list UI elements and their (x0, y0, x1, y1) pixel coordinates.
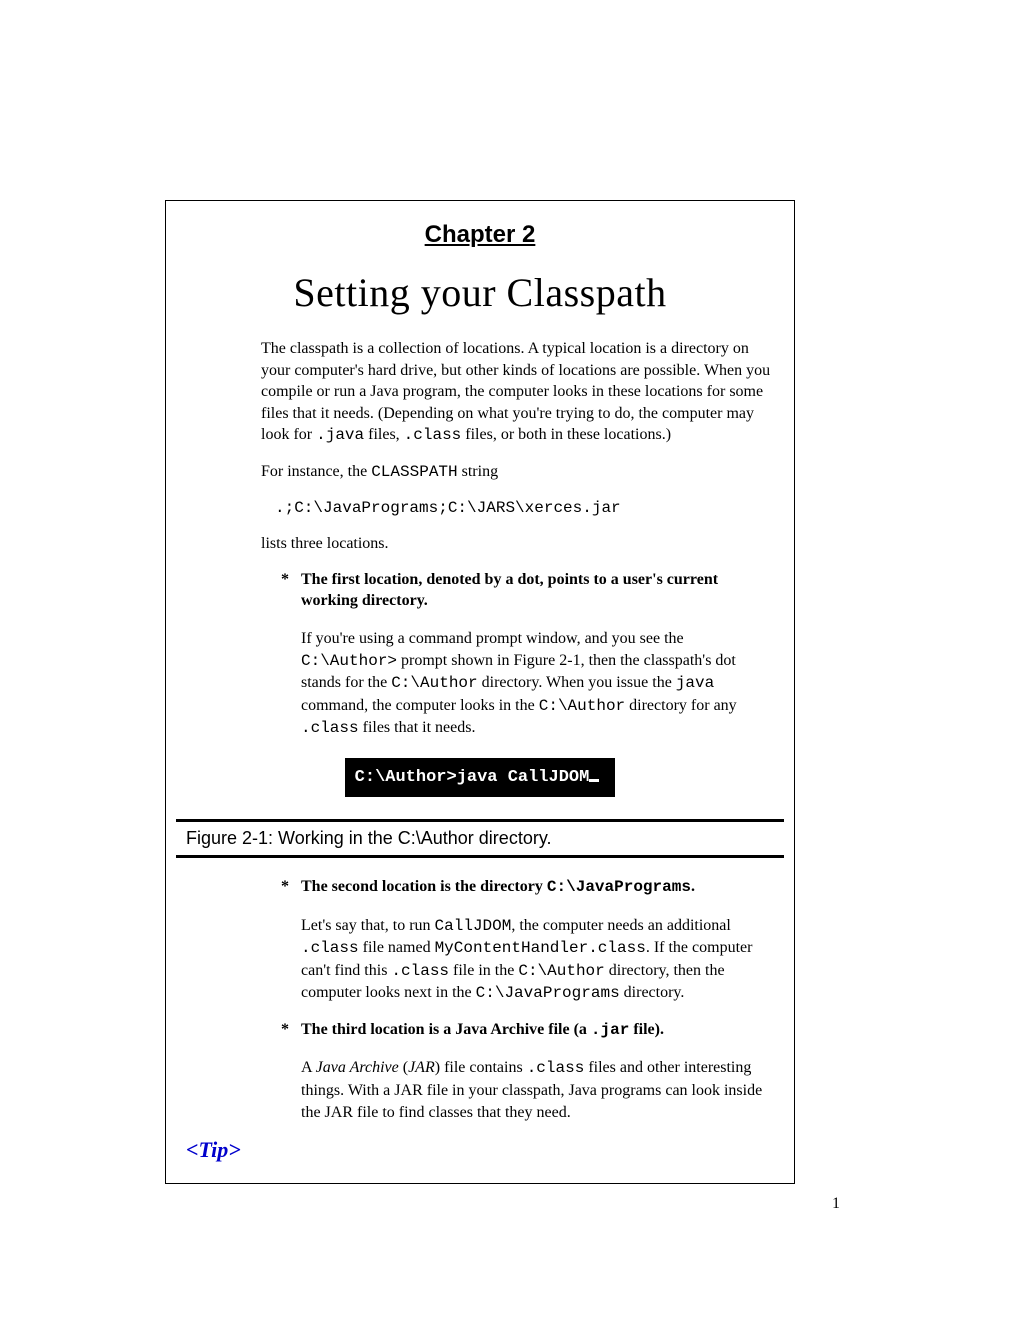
terminal-window: C:\Author>java CallJDOM (345, 758, 616, 797)
text: file in the (449, 962, 518, 979)
code-inline: java (676, 674, 714, 692)
figure-caption: Figure 2-1: Working in the C:\Author dir… (176, 822, 784, 855)
intro-paragraph-1: The classpath is a collection of locatio… (261, 338, 774, 447)
text: file named (359, 939, 435, 956)
bullet-3: * The third location is a Java Archive f… (281, 1019, 774, 1123)
intro-block: The classpath is a collection of locatio… (261, 338, 774, 740)
page-content-frame: Chapter 2 Setting your Classpath The cla… (165, 200, 795, 1184)
italic-text: JAR (408, 1059, 435, 1076)
code-inline: C:\Author (518, 962, 604, 980)
cursor-icon (589, 779, 599, 782)
text: string (458, 463, 498, 480)
bullet-star-icon: * (281, 876, 301, 899)
code-inline: .java (316, 426, 364, 444)
text: directory for any (625, 697, 737, 714)
bullet-2-head: * The second location is the directory C… (281, 876, 774, 899)
bullet-2-body: Let's say that, to run CallJDOM, the com… (301, 915, 774, 1005)
text: directory. When you issue the (478, 674, 676, 691)
divider (176, 855, 784, 858)
tip-tag: <Tip> (186, 1137, 774, 1163)
text: , the computer needs an additional (511, 917, 730, 934)
terminal-figure: C:\Author>java CallJDOM (186, 758, 774, 797)
bullet-star-icon: * (281, 569, 301, 612)
bullets-continued: * The second location is the directory C… (261, 876, 774, 1123)
code-inline: .class (391, 962, 449, 980)
document-title: Setting your Classpath (186, 269, 774, 316)
text: A (301, 1059, 316, 1076)
chapter-heading: Chapter 2 (186, 221, 774, 249)
bullet-3-head: * The third location is a Java Archive f… (281, 1019, 774, 1042)
code-inline: C:\JavaPrograms (476, 984, 620, 1002)
text: For instance, the (261, 463, 371, 480)
intro-paragraph-3: lists three locations. (261, 533, 774, 555)
code-inline: .class (404, 426, 462, 444)
text: file). (629, 1021, 664, 1038)
code-inline: CLASSPATH (371, 463, 457, 481)
code-inline: C:\Author (539, 697, 625, 715)
code-inline: .jar (591, 1021, 629, 1039)
text: command, the computer looks in the (301, 697, 539, 714)
classpath-example-code: .;C:\JavaPrograms;C:\JARS\xerces.jar (275, 498, 774, 520)
code-inline: C:\JavaPrograms (547, 878, 691, 896)
text: The second location is the directory (301, 878, 547, 895)
text: If you're using a command prompt window,… (301, 630, 684, 647)
text: files that it needs. (359, 719, 476, 736)
bullet-1-body: If you're using a command prompt window,… (301, 628, 774, 740)
text: ( (399, 1059, 408, 1076)
text: . (691, 878, 695, 895)
text: directory. (620, 984, 685, 1001)
bullet-1: * The first location, denoted by a dot, … (281, 569, 774, 740)
figure-caption-block: Figure 2-1: Working in the C:\Author dir… (176, 819, 784, 858)
bullet-2-head-text: The second location is the directory C:\… (301, 876, 695, 899)
code-inline: C:\Author> (301, 652, 397, 670)
italic-text: Java Archive (316, 1059, 399, 1076)
page-number: 1 (832, 1195, 840, 1213)
text: ) file contains (435, 1059, 527, 1076)
bullet-2: * The second location is the directory C… (281, 876, 774, 1005)
code-inline: .class (301, 719, 359, 737)
code-inline: C:\Author (391, 674, 477, 692)
text: files, or both in these locations.) (461, 426, 671, 443)
terminal-text: C:\Author>java CallJDOM (355, 768, 590, 787)
bullet-3-head-text: The third location is a Java Archive fil… (301, 1019, 664, 1042)
code-inline: MyContentHandler.class (435, 939, 646, 957)
bullet-1-head-text: The first location, denoted by a dot, po… (301, 569, 774, 612)
text: The third location is a Java Archive fil… (301, 1021, 591, 1038)
code-inline: CallJDOM (435, 917, 512, 935)
code-inline: .class (527, 1059, 585, 1077)
bullet-3-body: A Java Archive (JAR) file contains .clas… (301, 1057, 774, 1123)
text: Let's say that, to run (301, 917, 435, 934)
text: files, (364, 426, 404, 443)
intro-paragraph-2: For instance, the CLASSPATH string (261, 461, 774, 484)
code-inline: .class (301, 939, 359, 957)
bullet-1-head: * The first location, denoted by a dot, … (281, 569, 774, 612)
bullet-star-icon: * (281, 1019, 301, 1042)
